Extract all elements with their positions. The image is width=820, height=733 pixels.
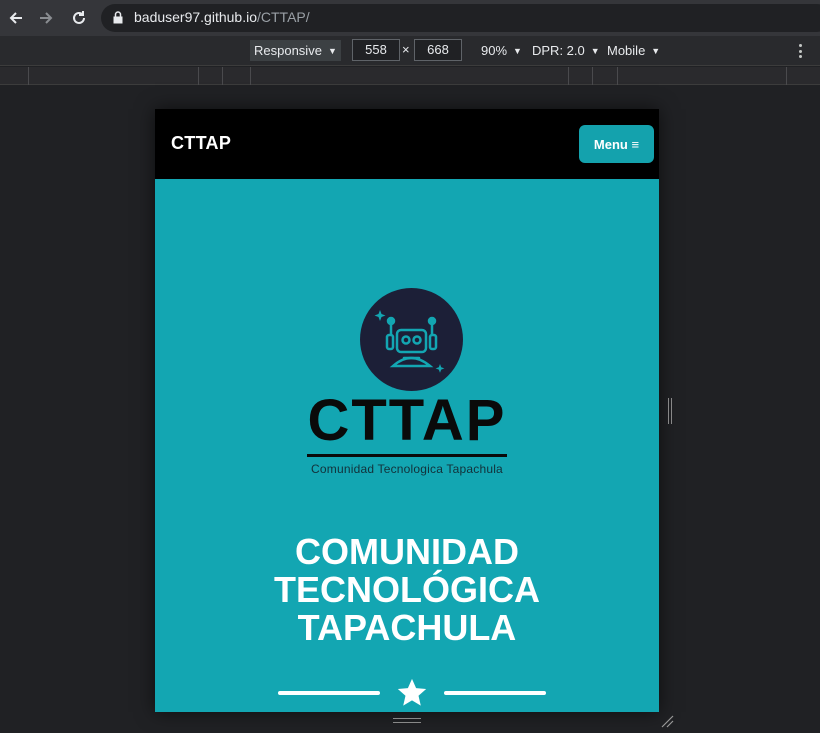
viewport-width-input[interactable]: 558 bbox=[352, 39, 400, 61]
device-toolbar: Responsive ▼ 558 × 668 90% ▼ DPR: 2.0 ▼ … bbox=[0, 36, 820, 66]
dpr-dropdown[interactable]: DPR: 2.0 ▼ bbox=[532, 40, 600, 61]
address-bar[interactable]: baduser97.github.io/CTTAP/ bbox=[101, 4, 820, 32]
caret-down-icon: ▼ bbox=[590, 45, 600, 56]
device-mode-label: Responsive bbox=[254, 43, 322, 58]
caret-down-icon: ▼ bbox=[513, 45, 522, 56]
viewport-stage: CTTAP Menu ≡ CTTAP Comunidad Tecnologica… bbox=[0, 85, 820, 733]
reload-icon[interactable] bbox=[67, 6, 91, 30]
back-arrow-icon[interactable] bbox=[4, 6, 28, 30]
divider-line-right bbox=[444, 691, 546, 695]
device-type-dropdown[interactable]: Mobile ▼ bbox=[607, 40, 660, 61]
resize-handle-bottom[interactable] bbox=[393, 718, 421, 723]
site-navbar: CTTAP Menu ≡ bbox=[155, 109, 659, 179]
hero-headline: COMUNIDAD TECNOLÓGICA TAPACHULA bbox=[155, 533, 659, 647]
device-type-label: Mobile bbox=[607, 43, 646, 58]
lock-icon[interactable] bbox=[113, 11, 123, 29]
logo-wordmark: CTTAP bbox=[307, 388, 507, 453]
more-options-icon[interactable] bbox=[793, 42, 807, 60]
url-path: /CTTAP/ bbox=[257, 9, 310, 25]
viewport-height-input[interactable]: 668 bbox=[414, 39, 462, 61]
brand-link[interactable]: CTTAP bbox=[171, 133, 231, 154]
url-host: baduser97.github.io bbox=[134, 9, 257, 25]
headline-line: TECNOLÓGICA bbox=[274, 569, 540, 610]
headline-line: TAPACHULA bbox=[297, 607, 517, 648]
headline-line: COMUNIDAD bbox=[295, 531, 519, 572]
logo-subtitle: Comunidad Tecnologica Tapachula bbox=[311, 462, 503, 476]
caret-down-icon: ▼ bbox=[327, 45, 337, 56]
menu-button[interactable]: Menu ≡ bbox=[579, 125, 654, 163]
device-viewport: CTTAP Menu ≡ CTTAP Comunidad Tecnologica… bbox=[155, 109, 659, 712]
resize-handle-right[interactable] bbox=[668, 398, 672, 424]
media-query-bar[interactable] bbox=[0, 67, 820, 85]
resize-corner-icon[interactable] bbox=[660, 714, 674, 733]
robot-logo-icon bbox=[360, 288, 463, 391]
caret-down-icon: ▼ bbox=[651, 45, 661, 56]
dpr-label: DPR: 2.0 bbox=[532, 43, 585, 58]
star-icon bbox=[395, 676, 429, 712]
divider-line-left bbox=[278, 691, 380, 695]
zoom-label: 90% bbox=[481, 43, 508, 58]
logo-underline bbox=[307, 454, 507, 457]
browser-toolbar: baduser97.github.io/CTTAP/ bbox=[0, 0, 820, 36]
url-text[interactable]: baduser97.github.io/CTTAP/ bbox=[134, 9, 310, 25]
dimension-separator: × bbox=[402, 42, 410, 57]
zoom-dropdown[interactable]: 90% ▼ bbox=[481, 40, 522, 61]
forward-arrow-icon[interactable] bbox=[34, 6, 58, 30]
device-mode-dropdown[interactable]: Responsive ▼ bbox=[250, 40, 341, 61]
